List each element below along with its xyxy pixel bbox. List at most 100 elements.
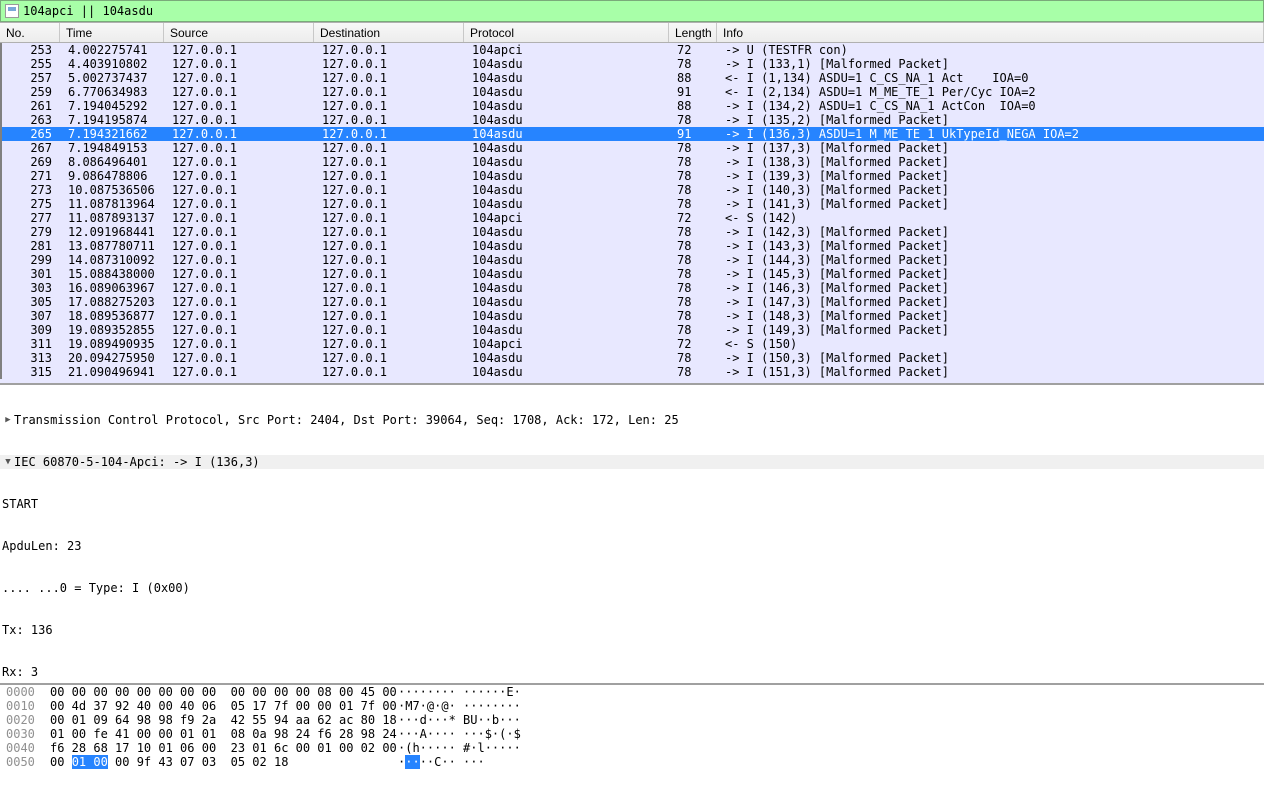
bookmark-icon[interactable] [5,4,19,18]
packet-cell: 88 [671,71,719,85]
packet-cell: 11.087893137 [62,211,166,225]
hex-row[interactable]: 003001 00 fe 41 00 00 01 01 08 0a 98 24 … [0,727,1264,741]
packet-row[interactable]: 27310.087536506127.0.0.1127.0.0.1104asdu… [0,183,1264,197]
hex-row[interactable]: 000000 00 00 00 00 00 00 00 00 00 00 00 … [0,685,1264,699]
display-filter-bar[interactable] [0,0,1264,22]
packet-cell: 19.089490935 [62,337,166,351]
packet-cell: <- I (2,134) ASDU=1 M_ME_TE_1 Per/Cyc IO… [719,85,1264,99]
packet-cell: -> I (133,1) [Malformed Packet] [719,57,1264,71]
packet-cell: -> I (148,3) [Malformed Packet] [719,309,1264,323]
packet-cell: 253 [2,43,62,57]
tcp-row[interactable]: ▶Transmission Control Protocol, Src Port… [0,413,1264,427]
apci-rx[interactable]: Rx: 3 [0,665,1264,679]
packet-cell: 104apci [466,211,671,225]
packet-cell: 271 [2,169,62,183]
packet-row[interactable]: 2719.086478806127.0.0.1127.0.0.1104asdu7… [0,169,1264,183]
hex-row[interactable]: 0040f6 28 68 17 10 01 06 00 23 01 6c 00 … [0,741,1264,755]
packet-cell: 78 [671,141,719,155]
packet-cell: 273 [2,183,62,197]
hex-offset: 0010 [0,699,50,713]
packet-list-body[interactable]: 2534.002275741127.0.0.1127.0.0.1104apci7… [0,43,1264,383]
col-header-info[interactable]: Info [717,23,1264,42]
packet-row[interactable]: 31521.090496941127.0.0.1127.0.0.1104asdu… [0,365,1264,379]
packet-row[interactable]: 2554.403910802127.0.0.1127.0.0.1104asdu7… [0,57,1264,71]
packet-row[interactable]: 2534.002275741127.0.0.1127.0.0.1104apci7… [0,43,1264,57]
packet-cell: 7.194321662 [62,127,166,141]
packet-cell: -> I (150,3) [Malformed Packet] [719,351,1264,365]
packet-cell: 281 [2,239,62,253]
packet-row[interactable]: 30919.089352855127.0.0.1127.0.0.1104asdu… [0,323,1264,337]
packet-row[interactable]: 31119.089490935127.0.0.1127.0.0.1104apci… [0,337,1264,351]
packet-cell: -> I (142,3) [Malformed Packet] [719,225,1264,239]
packet-row[interactable]: 2575.002737437127.0.0.1127.0.0.1104asdu8… [0,71,1264,85]
packet-cell: 255 [2,57,62,71]
apci-apdu[interactable]: ApduLen: 23 [0,539,1264,553]
packet-row[interactable]: 2637.194195874127.0.0.1127.0.0.1104asdu7… [0,113,1264,127]
packet-cell: -> I (137,3) [Malformed Packet] [719,141,1264,155]
hex-row[interactable]: 002000 01 09 64 98 98 f9 2a 42 55 94 aa … [0,713,1264,727]
packet-cell: 72 [671,337,719,351]
packet-details-pane[interactable]: ▶Transmission Control Protocol, Src Port… [0,383,1264,683]
packet-cell: 104asdu [466,57,671,71]
packet-cell: 127.0.0.1 [316,99,466,113]
packet-cell: <- I (1,134) ASDU=1 C_CS_NA_1 Act IOA=0 [719,71,1264,85]
packet-cell: 78 [671,239,719,253]
packet-cell: 127.0.0.1 [316,337,466,351]
hex-row[interactable]: 001000 4d 37 92 40 00 40 06 05 17 7f 00 … [0,699,1264,713]
col-header-source[interactable]: Source [164,23,314,42]
packet-cell: 275 [2,197,62,211]
packet-cell: 127.0.0.1 [166,211,316,225]
packet-cell: 15.088438000 [62,267,166,281]
packet-cell: 127.0.0.1 [316,169,466,183]
packet-cell: 127.0.0.1 [166,281,316,295]
packet-row[interactable]: 30316.089063967127.0.0.1127.0.0.1104asdu… [0,281,1264,295]
display-filter-input[interactable] [23,4,1259,18]
packet-bytes-pane[interactable]: 000000 00 00 00 00 00 00 00 00 00 00 00 … [0,683,1264,773]
packet-cell: 12.091968441 [62,225,166,239]
col-header-length[interactable]: Length [669,23,717,42]
packet-row[interactable]: 2596.770634983127.0.0.1127.0.0.1104asdu9… [0,85,1264,99]
collapse-icon[interactable]: ▼ [2,455,14,469]
packet-cell: 309 [2,323,62,337]
packet-cell: 127.0.0.1 [166,253,316,267]
packet-row[interactable]: 30115.088438000127.0.0.1127.0.0.1104asdu… [0,267,1264,281]
apci-start[interactable]: START [0,497,1264,511]
hex-offset: 0030 [0,727,50,741]
packet-cell: 127.0.0.1 [166,295,316,309]
packet-cell: 127.0.0.1 [166,365,316,379]
packet-list-header[interactable]: No. Time Source Destination Protocol Len… [0,23,1264,43]
packet-cell: 269 [2,155,62,169]
packet-row[interactable]: 27511.087813964127.0.0.1127.0.0.1104asdu… [0,197,1264,211]
apci-header-row[interactable]: ▼IEC 60870-5-104-Apci: -> I (136,3) [0,455,1264,469]
packet-cell: 127.0.0.1 [166,85,316,99]
packet-cell: -> I (138,3) [Malformed Packet] [719,155,1264,169]
packet-row[interactable]: 29914.087310092127.0.0.1127.0.0.1104asdu… [0,253,1264,267]
packet-cell: 305 [2,295,62,309]
packet-cell: 127.0.0.1 [316,225,466,239]
packet-row[interactable]: 2617.194045292127.0.0.1127.0.0.1104asdu8… [0,99,1264,113]
col-header-destination[interactable]: Destination [314,23,464,42]
apci-type[interactable]: .... ...0 = Type: I (0x00) [0,581,1264,595]
col-header-protocol[interactable]: Protocol [464,23,669,42]
packet-row[interactable]: 31320.094275950127.0.0.1127.0.0.1104asdu… [0,351,1264,365]
hex-row[interactable]: 005000 01 00 00 9f 43 07 03 05 02 18····… [0,755,1264,769]
packet-row[interactable]: 2677.194849153127.0.0.1127.0.0.1104asdu7… [0,141,1264,155]
col-header-no[interactable]: No. [0,23,60,42]
packet-row[interactable]: 27912.091968441127.0.0.1127.0.0.1104asdu… [0,225,1264,239]
packet-cell: 127.0.0.1 [316,281,466,295]
packet-cell: 311 [2,337,62,351]
packet-row[interactable]: 2657.194321662127.0.0.1127.0.0.1104asdu9… [0,127,1264,141]
apci-tx[interactable]: Tx: 136 [0,623,1264,637]
packet-row[interactable]: 2698.086496401127.0.0.1127.0.0.1104asdu7… [0,155,1264,169]
col-header-time[interactable]: Time [60,23,164,42]
expand-icon[interactable]: ▶ [2,413,14,427]
packet-row[interactable]: 27711.087893137127.0.0.1127.0.0.1104apci… [0,211,1264,225]
packet-row[interactable]: 30517.088275203127.0.0.1127.0.0.1104asdu… [0,295,1264,309]
packet-row[interactable]: 30718.089536877127.0.0.1127.0.0.1104asdu… [0,309,1264,323]
packet-cell: 303 [2,281,62,295]
packet-row[interactable]: 28113.087780711127.0.0.1127.0.0.1104asdu… [0,239,1264,253]
packet-cell: 104asdu [466,323,671,337]
packet-cell: 267 [2,141,62,155]
packet-cell: 78 [671,323,719,337]
packet-cell: 127.0.0.1 [316,309,466,323]
